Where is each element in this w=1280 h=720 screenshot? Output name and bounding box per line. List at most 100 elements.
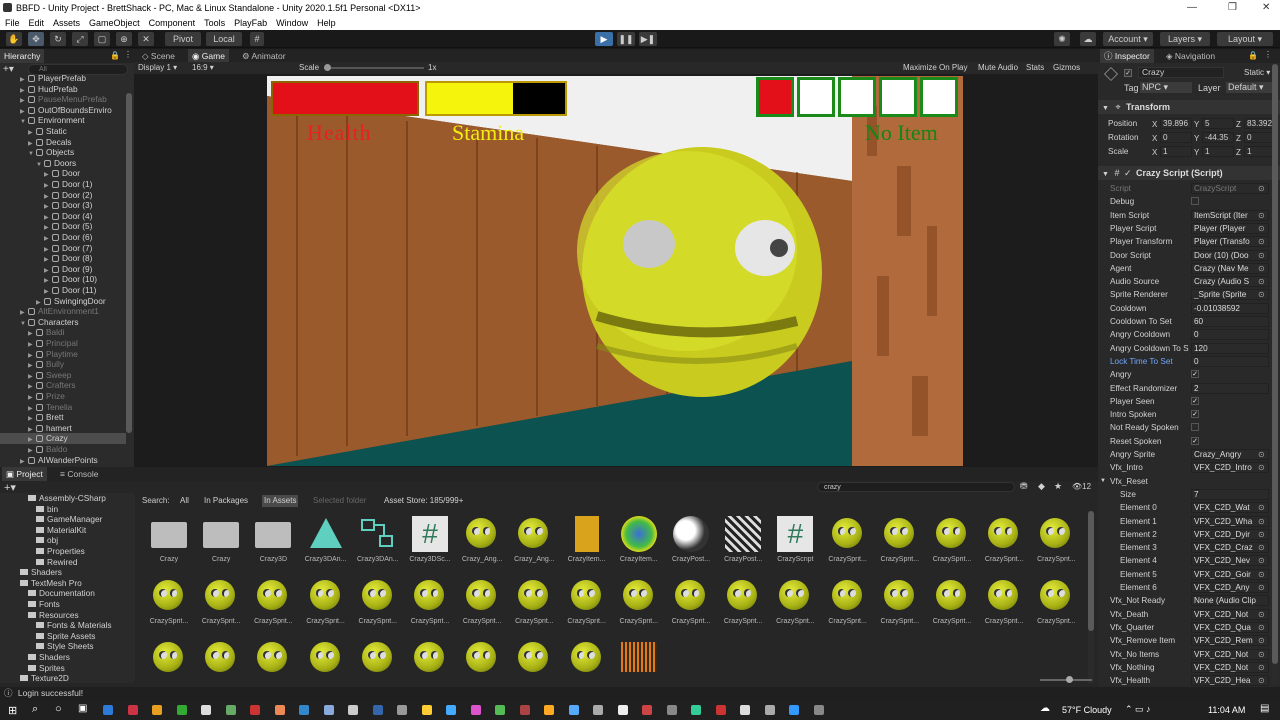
taskbar-app-icon[interactable] bbox=[813, 705, 824, 715]
icon-size-slider[interactable] bbox=[1040, 676, 1092, 683]
project-folder[interactable]: Shaders bbox=[28, 652, 70, 663]
hierarchy-item[interactable]: ▶ Tenelia bbox=[0, 402, 126, 413]
hierarchy-item[interactable]: ▶ Door bbox=[0, 168, 126, 179]
transform-x-field[interactable]: 39.896 bbox=[1160, 118, 1192, 129]
menu-item-playfab[interactable]: PlayFab bbox=[234, 16, 267, 30]
maximize-on-play-toggle[interactable]: Maximize On Play bbox=[903, 62, 967, 74]
taskbar-app-icon[interactable] bbox=[176, 705, 187, 715]
object-picker-icon[interactable]: ⊙ bbox=[1258, 288, 1265, 301]
taskbar-app-icon[interactable] bbox=[617, 705, 628, 715]
hierarchy-item[interactable]: ▶ Door (1) bbox=[0, 179, 126, 190]
hierarchy-item[interactable]: ▶ Door (3) bbox=[0, 200, 126, 211]
asset-item[interactable]: Crazy_Ang... bbox=[508, 514, 560, 568]
project-folder[interactable]: obj bbox=[36, 535, 58, 546]
menu-item-file[interactable]: File bbox=[5, 16, 20, 30]
asset-item[interactable]: CrazySprit... bbox=[874, 576, 926, 630]
asset-item[interactable]: # Crazy3DSc... bbox=[404, 514, 456, 568]
aspect-dropdown[interactable]: 16:9 ▾ bbox=[192, 62, 214, 74]
tab-game[interactable]: ◉ Game bbox=[188, 49, 229, 63]
project-folder[interactable]: GameManager bbox=[36, 514, 102, 525]
taskbar-app-icon[interactable] bbox=[323, 705, 334, 715]
project-folder[interactable]: Resources bbox=[28, 610, 79, 621]
property-value-field[interactable]: -0.01038592 bbox=[1191, 302, 1269, 314]
asset-item[interactable]: CrazyPost... bbox=[717, 514, 769, 568]
property-value-field[interactable]: 120 bbox=[1191, 342, 1269, 354]
cortana-icon[interactable]: ○ bbox=[55, 703, 62, 715]
hierarchy-item[interactable]: ▶ OutOfBoundsEnviro bbox=[0, 105, 126, 116]
hierarchy-item[interactable]: ▶ SwingingDoor bbox=[0, 296, 126, 307]
search-icon[interactable]: ⌕ bbox=[32, 703, 38, 716]
asset-grid-scrollbar[interactable] bbox=[1088, 511, 1094, 683]
hierarchy-item[interactable]: ▶ Baldo bbox=[0, 444, 126, 455]
asset-item[interactable] bbox=[561, 638, 613, 678]
asset-item[interactable] bbox=[247, 638, 299, 678]
property-checkbox[interactable] bbox=[1191, 423, 1199, 432]
asset-item[interactable]: CrazyItem... bbox=[561, 514, 613, 568]
object-picker-icon[interactable]: ⊙ bbox=[1258, 461, 1265, 474]
inspector-lock-icon[interactable]: 🔒 bbox=[1248, 51, 1258, 60]
property-value-field[interactable]: 60 bbox=[1191, 316, 1269, 327]
maximize-button[interactable]: ❐ bbox=[1228, 2, 1237, 13]
asset-item[interactable] bbox=[300, 638, 352, 678]
expand-arrow-icon[interactable]: ▶ bbox=[20, 457, 28, 465]
asset-item[interactable] bbox=[404, 638, 456, 678]
asset-item[interactable]: CrazySprit... bbox=[561, 576, 613, 630]
game-render[interactable]: Health Stamina No Item bbox=[267, 76, 963, 466]
transform-header[interactable]: ▼ ⌖ Transform bbox=[1098, 100, 1280, 114]
rect-tool-icon[interactable]: ▢ bbox=[94, 32, 110, 46]
stats-toggle[interactable]: Stats bbox=[1026, 62, 1044, 74]
layers-dropdown[interactable]: Layers ▾ bbox=[1160, 32, 1210, 46]
asset-item[interactable]: CrazyItem... bbox=[613, 514, 665, 568]
asset-item[interactable]: CrazyPost... bbox=[665, 514, 717, 568]
hierarchy-item[interactable]: ▶ Crafters bbox=[0, 380, 126, 391]
taskbar-app-icon[interactable] bbox=[789, 705, 799, 715]
object-picker-icon[interactable]: ⊙ bbox=[1258, 182, 1265, 195]
filter-all[interactable]: All bbox=[180, 495, 189, 507]
hierarchy-item[interactable]: ▶ Door (4) bbox=[0, 211, 126, 222]
property-value-field[interactable]: None (Audio Clip bbox=[1191, 595, 1269, 607]
asset-item[interactable]: Crazy bbox=[195, 514, 247, 568]
asset-item[interactable]: CrazySprit... bbox=[926, 576, 978, 630]
asset-item[interactable]: # CrazyScript bbox=[769, 514, 821, 568]
object-picker-icon[interactable]: ⊙ bbox=[1258, 674, 1265, 687]
asset-item[interactable]: CrazySprit... bbox=[247, 576, 299, 630]
menu-item-edit[interactable]: Edit bbox=[29, 16, 45, 30]
object-picker-icon[interactable]: ⊙ bbox=[1258, 515, 1265, 528]
project-folder[interactable]: Sprite Assets bbox=[36, 631, 95, 642]
component-enabled-checkbox[interactable]: ✓ bbox=[1124, 168, 1132, 178]
tab-console[interactable]: ≡ Console bbox=[56, 467, 103, 481]
filter-in-packages[interactable]: In Packages bbox=[204, 495, 248, 507]
layout-dropdown[interactable]: Layout ▾ bbox=[1217, 32, 1273, 46]
asset-item[interactable]: CrazySprit... bbox=[717, 576, 769, 630]
taskbar-app-icon[interactable] bbox=[740, 705, 750, 715]
asset-item[interactable] bbox=[195, 638, 247, 678]
hierarchy-item[interactable]: ▶ Playtime bbox=[0, 349, 126, 360]
asset-item[interactable]: CrazySprit... bbox=[300, 576, 352, 630]
hierarchy-item[interactable]: ▶ Baldi bbox=[0, 327, 126, 338]
taskbar-app-icon[interactable] bbox=[691, 705, 701, 715]
object-picker-icon[interactable]: ⊙ bbox=[1258, 528, 1265, 541]
asset-item[interactable]: CrazySprit... bbox=[822, 576, 874, 630]
taskbar-app-icon[interactable] bbox=[568, 705, 579, 715]
account-dropdown[interactable]: Account ▾ bbox=[1103, 32, 1153, 46]
hierarchy-item[interactable]: ▶ Door (7) bbox=[0, 243, 126, 254]
project-folder[interactable]: Fonts & Materials bbox=[36, 620, 112, 631]
taskbar-app-icon[interactable] bbox=[127, 705, 138, 715]
hierarchy-item[interactable]: ▶ Principal bbox=[0, 338, 126, 349]
mute-audio-toggle[interactable]: Mute Audio bbox=[978, 62, 1018, 74]
object-picker-icon[interactable]: ⊙ bbox=[1258, 209, 1265, 222]
cloud-icon[interactable]: ☁ bbox=[1080, 32, 1096, 46]
asset-item[interactable]: CrazySprit... bbox=[1030, 576, 1082, 630]
property-checkbox[interactable] bbox=[1191, 197, 1199, 206]
asset-item[interactable]: Crazy3D bbox=[247, 514, 299, 568]
project-folder[interactable]: Fonts bbox=[28, 599, 60, 610]
asset-item[interactable]: Crazy3DAn... bbox=[352, 514, 404, 568]
panel-menu-icon[interactable]: ⋮ bbox=[124, 50, 132, 59]
object-picker-icon[interactable]: ⊙ bbox=[1258, 634, 1265, 647]
hierarchy-item[interactable]: ▶ Static bbox=[0, 126, 126, 137]
asset-item[interactable] bbox=[456, 638, 508, 678]
start-icon[interactable]: ⊞ bbox=[8, 704, 17, 717]
hierarchy-item[interactable]: ▶ Decals bbox=[0, 137, 126, 148]
object-picker-icon[interactable]: ⊙ bbox=[1258, 262, 1265, 275]
object-picker-icon[interactable]: ⊙ bbox=[1258, 648, 1265, 661]
